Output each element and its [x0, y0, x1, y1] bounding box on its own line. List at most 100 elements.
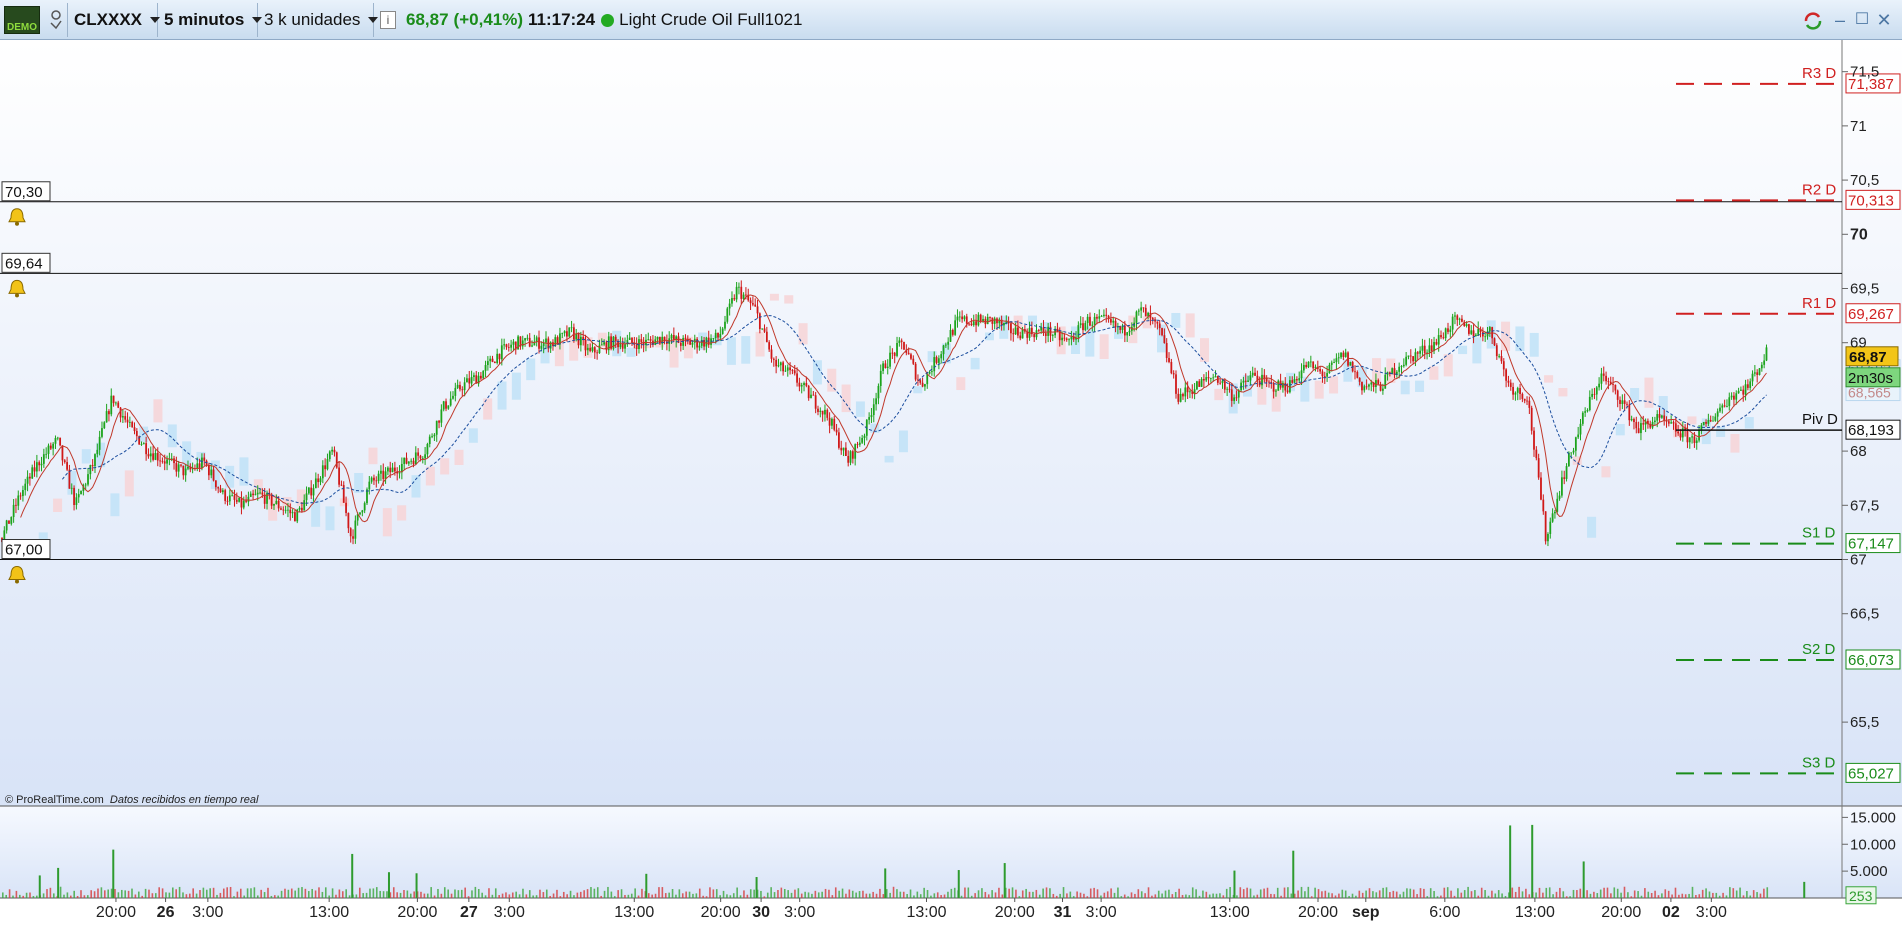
- volume-bar: [1650, 893, 1653, 898]
- volume-bar: [617, 890, 619, 898]
- candle-body: [131, 421, 134, 428]
- x-tick-label: sep: [1352, 904, 1380, 921]
- candle-body: [461, 389, 464, 391]
- candle-body: [108, 411, 110, 415]
- candle-body: [1177, 393, 1180, 402]
- refresh-icon[interactable]: [1802, 10, 1822, 30]
- candle-body: [507, 347, 510, 348]
- volume-bar: [1001, 894, 1004, 898]
- candle-body: [1182, 393, 1184, 397]
- candle-body: [770, 349, 773, 359]
- volume-bar: [1538, 887, 1541, 898]
- cloud-segment: [1730, 433, 1740, 453]
- cloud-segment: [1544, 375, 1554, 383]
- volume-bar: [1389, 892, 1391, 898]
- volume-bar: [1280, 895, 1282, 898]
- volume-bar: [1300, 886, 1303, 898]
- volume-bar: [195, 893, 198, 898]
- volume-bar: [406, 890, 409, 898]
- volume-bar: [1266, 887, 1269, 898]
- volume-bar: [498, 895, 500, 898]
- candle-body: [1679, 433, 1682, 438]
- candle-body: [1537, 458, 1540, 478]
- candle-body: [1630, 419, 1633, 421]
- demo-logo-text: DEMO: [7, 22, 37, 33]
- volume-bar: [1195, 889, 1197, 898]
- volume-bar: [848, 889, 851, 898]
- candle-body: [1061, 337, 1063, 341]
- volume-bar: [365, 892, 368, 898]
- candle-body: [294, 512, 296, 522]
- maximize-icon[interactable]: ☐: [1852, 10, 1872, 30]
- candle-body: [793, 370, 796, 374]
- candle-body: [1409, 355, 1412, 357]
- volume-bar: [658, 887, 660, 898]
- volume-bar: [783, 888, 786, 898]
- last-price: 68,87: [406, 10, 449, 29]
- volume-bar: [1596, 893, 1599, 898]
- candle-body: [235, 499, 238, 502]
- volume-bar: [80, 890, 82, 898]
- volume-bar: [868, 893, 871, 898]
- volume-bar: [1620, 892, 1622, 898]
- close-icon[interactable]: ✕: [1874, 10, 1894, 30]
- quote-time: 11:17:24: [528, 10, 596, 29]
- volume-bar: [613, 896, 616, 898]
- pivot-value-label: 66,073: [1848, 652, 1894, 669]
- candle-body: [201, 457, 203, 468]
- candle-body: [228, 495, 231, 502]
- candle-body: [94, 454, 96, 467]
- candle-body: [1612, 383, 1614, 385]
- candle-body: [1184, 387, 1187, 397]
- instrument-selector[interactable]: CLXXXX: [68, 3, 161, 37]
- candle-body: [1156, 321, 1159, 324]
- candle-body: [284, 509, 287, 511]
- candle-body: [1535, 449, 1538, 459]
- candle-body: [538, 337, 540, 349]
- volume-bar: [1011, 887, 1014, 898]
- info-icon[interactable]: i: [380, 11, 396, 29]
- candle-body: [868, 417, 871, 420]
- volume-bar: [90, 890, 92, 898]
- units-selector[interactable]: 3 k unidades: [258, 3, 379, 37]
- candle-body: [1070, 336, 1073, 340]
- candle-body: [1549, 521, 1552, 534]
- candle-body: [870, 415, 873, 418]
- link-icon[interactable]: [44, 3, 68, 37]
- candle-body: [898, 340, 901, 344]
- price-chart[interactable]: 70,30 69,64 67,00 R3 D R2 D R1 D Piv D S1 D S2 D…: [0, 40, 1902, 924]
- candle-body: [154, 453, 157, 460]
- volume-bar: [518, 894, 521, 898]
- volume-bar: [1123, 894, 1126, 898]
- volume-spike: [645, 873, 648, 898]
- candle-body: [721, 328, 724, 334]
- candle-body: [277, 500, 280, 509]
- volume-bar: [766, 892, 769, 898]
- candle-body: [879, 370, 882, 386]
- candle-body: [963, 316, 966, 320]
- volume-bar: [280, 890, 283, 898]
- volume-bar: [1450, 890, 1452, 898]
- candle-body: [319, 478, 322, 483]
- candle-body: [1412, 356, 1415, 362]
- volume-spike: [1233, 870, 1236, 898]
- cloud-segment: [1314, 380, 1324, 399]
- volume-bar: [103, 890, 106, 898]
- candle-body: [1196, 381, 1198, 390]
- volume-bar: [1446, 887, 1449, 898]
- volume-bar: [494, 888, 497, 898]
- candle-body: [1221, 380, 1224, 383]
- minimize-icon[interactable]: –: [1830, 10, 1850, 30]
- candle-body: [1323, 376, 1326, 378]
- candle-body: [5, 520, 8, 531]
- chart-area[interactable]: 70,30 69,64 67,00 R3 D R2 D R1 D Piv D S1 D S2 D…: [0, 40, 1902, 924]
- candle-body: [121, 416, 124, 418]
- candle-body: [1565, 466, 1568, 479]
- timeframe-selector[interactable]: 5 minutos: [158, 3, 263, 37]
- candle-body: [589, 347, 592, 351]
- cloud-segment: [798, 323, 808, 345]
- candle-body: [1456, 315, 1459, 320]
- volume-bar: [1144, 893, 1146, 898]
- candle-body: [821, 410, 824, 415]
- candle-body: [347, 512, 350, 529]
